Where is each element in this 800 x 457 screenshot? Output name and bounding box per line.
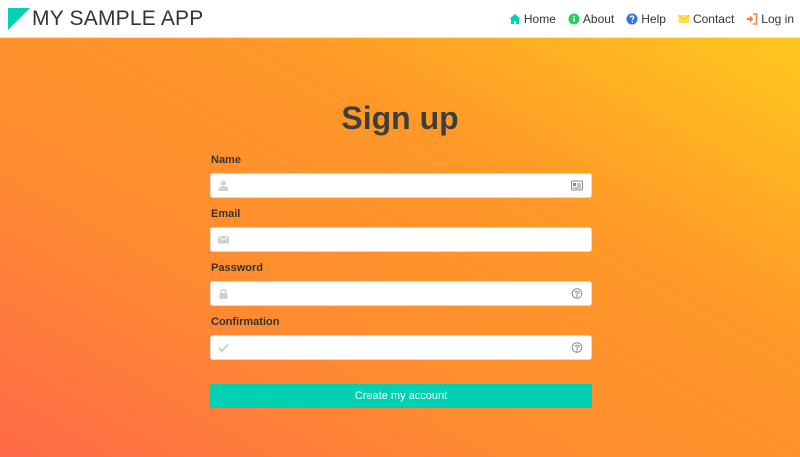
nav-help-label: Help: [641, 11, 666, 26]
name-field[interactable]: [210, 173, 592, 198]
question-icon: [626, 13, 638, 24]
confirmation-field[interactable]: [210, 335, 592, 360]
brand-name: MY SAMPLE APP: [32, 6, 204, 30]
name-label: Name: [211, 154, 241, 166]
nav-login-label: Log in: [761, 11, 794, 26]
home-icon: [509, 13, 521, 24]
password-label: Password: [211, 262, 263, 274]
password-input[interactable]: [239, 282, 561, 305]
envelope-icon: [218, 235, 229, 244]
nav-menu: Home About Help Contact Log in: [497, 12, 794, 26]
nav-contact-link[interactable]: Contact: [678, 12, 734, 26]
password-field[interactable]: [210, 281, 592, 306]
nav-help-link[interactable]: Help: [626, 12, 666, 26]
email-label: Email: [211, 208, 241, 220]
nav-contact-label: Contact: [692, 11, 735, 26]
user-icon: [218, 180, 229, 191]
check-icon: [218, 343, 229, 353]
fingerprint-icon: [571, 342, 583, 353]
create-account-button[interactable]: Create my account: [210, 384, 592, 408]
navbar: MY SAMPLE APP Home About Help Contact Lo…: [0, 0, 800, 38]
page-title: Sign up: [341, 100, 459, 136]
nav-about-label: About: [582, 11, 615, 26]
lock-icon: [219, 289, 228, 299]
id-card-icon: [571, 180, 583, 191]
confirmation-input[interactable]: [239, 336, 561, 359]
fingerprint-icon: [571, 288, 583, 299]
name-input[interactable]: [239, 174, 561, 197]
nav-home-label: Home: [523, 11, 556, 26]
confirmation-label: Confirmation: [211, 316, 280, 328]
email-input[interactable]: [239, 228, 561, 251]
brand-link[interactable]: MY SAMPLE APP: [8, 6, 204, 30]
nav-home-link[interactable]: Home: [509, 12, 556, 26]
nav-login-link[interactable]: Log in: [746, 12, 794, 26]
triangle-logo-icon: [8, 7, 30, 30]
info-icon: [568, 13, 580, 24]
envelope-icon: [678, 14, 690, 23]
sign-in-icon: [746, 12, 758, 25]
email-field[interactable]: [210, 227, 592, 252]
nav-about-link[interactable]: About: [568, 12, 614, 26]
